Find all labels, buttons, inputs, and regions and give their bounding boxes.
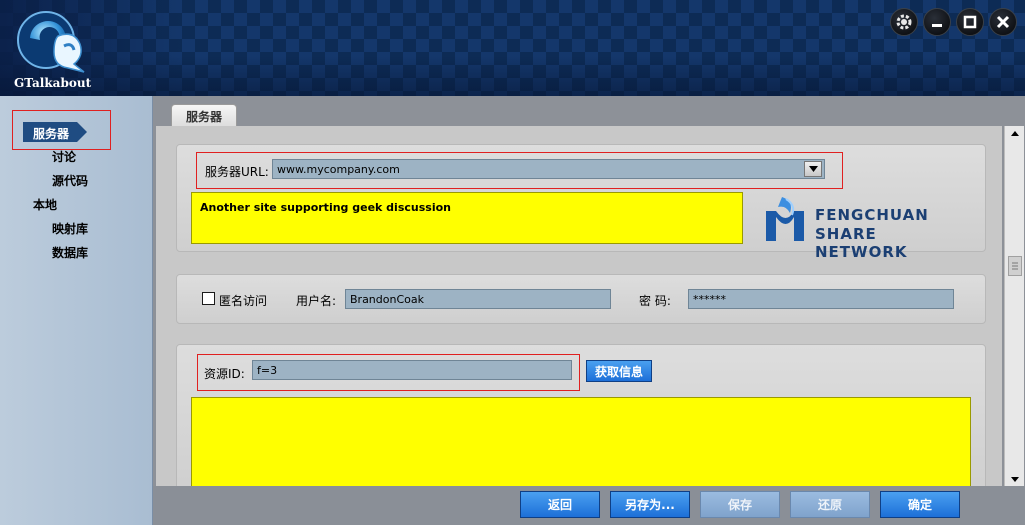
maximize-icon[interactable] — [956, 8, 984, 36]
scroll-down-icon[interactable] — [1005, 472, 1024, 486]
sidebar-item-server[interactable]: 服务器 — [23, 122, 87, 142]
resource-info-box — [191, 397, 971, 492]
server-description-box: Another site supporting geek discussion — [191, 192, 743, 244]
title-bar: GTalkabout — [0, 0, 1025, 96]
sidebar-item-database[interactable]: 数据库 — [52, 244, 88, 261]
scrollbar-thumb[interactable] — [1008, 256, 1022, 276]
password-field[interactable]: ****** — [688, 289, 954, 309]
sidebar-item-mapping-library[interactable]: 映射库 — [52, 220, 88, 237]
sponsor-logo: FENGCHUAN SHARE NETWORK — [764, 195, 974, 261]
minimize-icon[interactable] — [923, 8, 951, 36]
server-url-label: 服务器URL: — [205, 165, 269, 179]
sidebar-item-source-code[interactable]: 源代码 — [52, 172, 88, 189]
username-field[interactable]: BrandonCoak — [345, 289, 611, 309]
chevron-down-icon[interactable] — [804, 161, 822, 177]
resource-id-label: 资源ID: — [204, 367, 245, 381]
sidebar-item-local[interactable]: 本地 — [33, 196, 57, 213]
save-button[interactable]: 保存 — [700, 491, 780, 518]
sidebar-item-discussion[interactable]: 讨论 — [52, 148, 76, 165]
anonymous-checkbox[interactable] — [202, 292, 215, 305]
back-button[interactable]: 返回 — [520, 491, 600, 518]
sponsor-name-line2: SHARE NETWORK — [815, 225, 908, 261]
sidebar-item-label: 服务器 — [33, 127, 70, 141]
header-shade — [0, 56, 1025, 96]
close-icon[interactable] — [989, 8, 1017, 36]
vertical-scrollbar[interactable] — [1004, 126, 1024, 486]
server-description: Another site supporting geek discussion — [200, 201, 451, 214]
anonymous-label: 匿名访问 — [219, 294, 268, 308]
gear-icon[interactable] — [890, 8, 918, 36]
save-as-button[interactable]: 另存为... — [610, 491, 690, 518]
password-label: 密 码: — [639, 294, 671, 308]
server-url-value: www.mycompany.com — [277, 163, 400, 176]
window-controls — [890, 8, 1017, 36]
restore-button[interactable]: 还原 — [790, 491, 870, 518]
resource-id-field[interactable]: f=3 — [252, 360, 572, 380]
app-brand: GTalkabout — [14, 76, 92, 90]
app-logo-icon — [17, 11, 85, 73]
confirm-button[interactable]: 确定 — [880, 491, 960, 518]
tab-server[interactable]: 服务器 — [171, 104, 237, 127]
fetch-info-button[interactable]: 获取信息 — [586, 360, 652, 382]
username-label: 用户名: — [296, 294, 337, 308]
scroll-up-icon[interactable] — [1005, 126, 1024, 140]
sponsor-name-line1: FENGCHUAN — [815, 206, 929, 224]
sidebar — [0, 96, 153, 525]
fengchuan-logo-icon — [766, 197, 804, 241]
server-url-select[interactable]: www.mycompany.com — [272, 159, 825, 179]
